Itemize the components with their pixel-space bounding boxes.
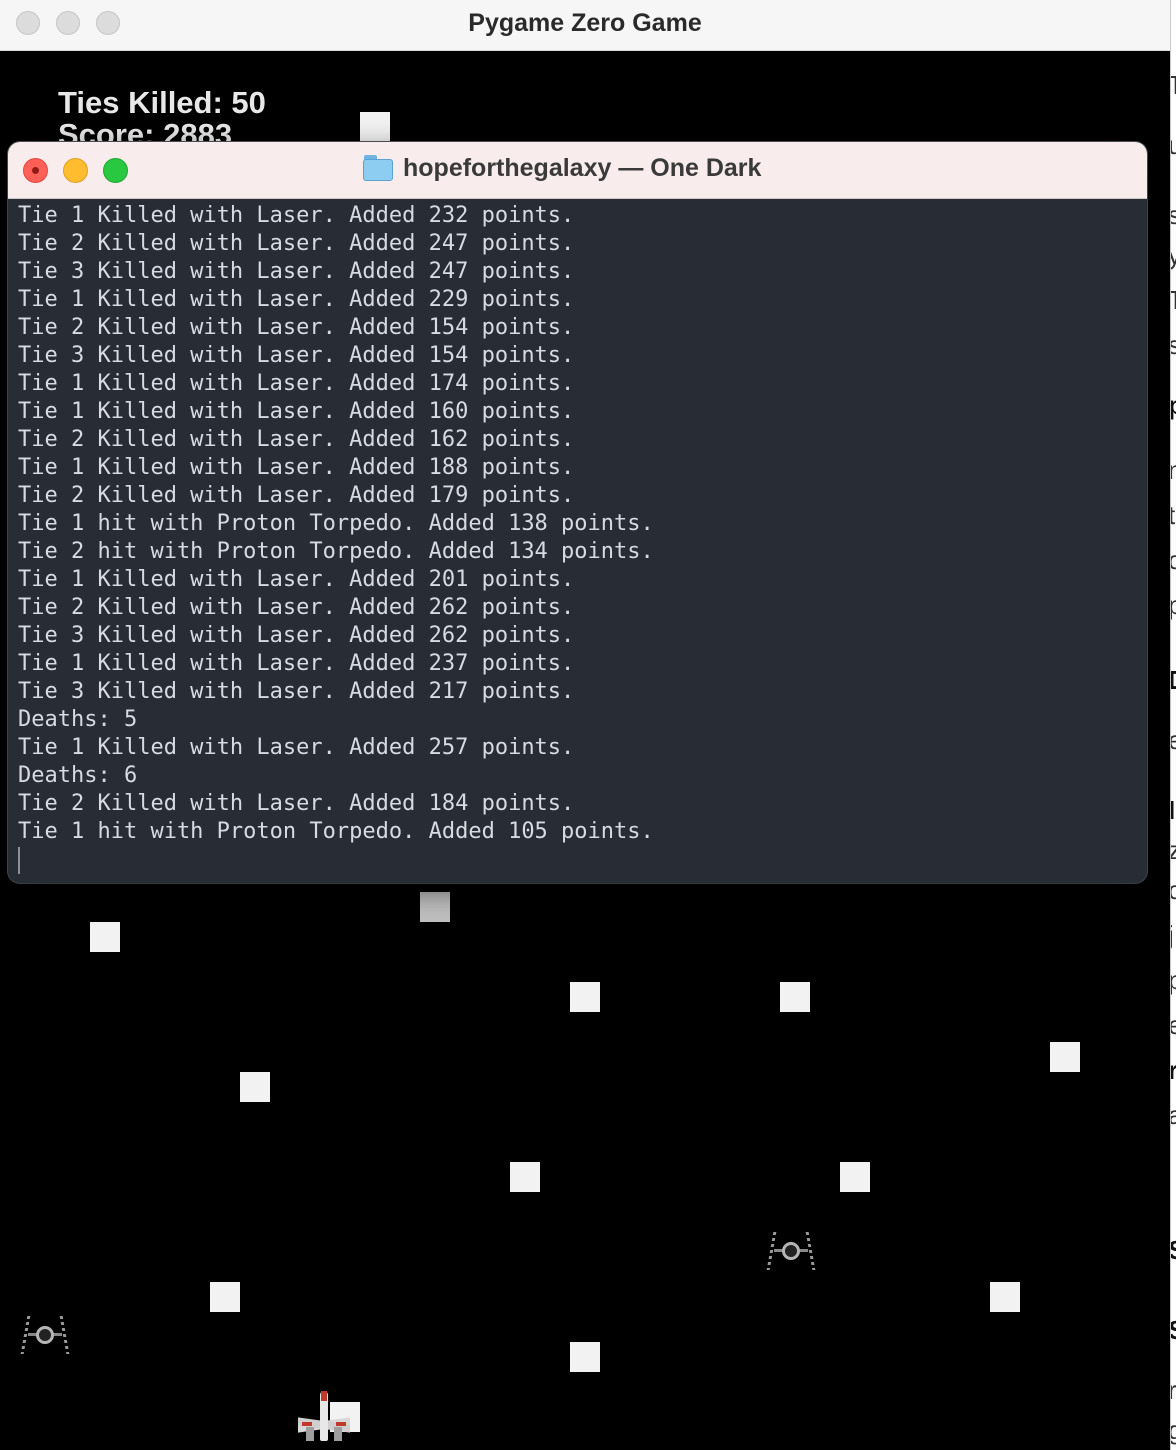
terminal-line: Deaths: 6 (18, 763, 138, 788)
terminal-line: Tie 1 hit with Proton Torpedo. Added 138… (18, 511, 654, 536)
terminal-line: Tie 1 Killed with Laser. Added 232 point… (18, 203, 575, 228)
terminal-line: Tie 1 Killed with Laser. Added 201 point… (18, 567, 575, 592)
space-block (360, 112, 390, 142)
terminal-output[interactable]: Tie 1 Killed with Laser. Added 232 point… (18, 202, 1138, 882)
terminal-line: Tie 3 Killed with Laser. Added 217 point… (18, 679, 575, 704)
terminal-window[interactable]: hopeforthegalaxy — One Dark Tie 1 Killed… (8, 142, 1147, 883)
terminal-line: Deaths: 5 (18, 707, 138, 732)
terminal-titlebar[interactable]: hopeforthegalaxy — One Dark (8, 142, 1147, 199)
terminal-line: Tie 2 Killed with Laser. Added 154 point… (18, 315, 575, 340)
space-block (570, 1342, 600, 1372)
terminal-line: Tie 1 Killed with Laser. Added 257 point… (18, 735, 575, 760)
space-block (1050, 1042, 1080, 1072)
game-titlebar[interactable]: Pygame Zero Game (0, 0, 1170, 51)
text-cursor (18, 847, 20, 874)
space-block (210, 1282, 240, 1312)
terminal-line: Tie 1 Killed with Laser. Added 174 point… (18, 371, 575, 396)
terminal-line: Tie 1 Killed with Laser. Added 188 point… (18, 455, 575, 480)
terminal-line: Tie 2 Killed with Laser. Added 179 point… (18, 483, 575, 508)
tie-fighter-sprite (766, 1232, 816, 1270)
space-block (240, 1072, 270, 1102)
player-xwing-sprite (296, 1391, 352, 1449)
terminal-line: Tie 3 Killed with Laser. Added 247 point… (18, 259, 575, 284)
maximize-button[interactable] (103, 158, 128, 183)
minimize-button[interactable] (63, 158, 88, 183)
space-block (570, 982, 600, 1012)
tie-fighter-sprite (20, 1316, 70, 1354)
terminal-line: Tie 2 Killed with Laser. Added 247 point… (18, 231, 575, 256)
space-block (420, 892, 450, 922)
close-button[interactable] (23, 158, 48, 183)
terminal-line: Tie 1 Killed with Laser. Added 237 point… (18, 651, 575, 676)
terminal-title: hopeforthegalaxy — One Dark (403, 154, 762, 182)
terminal-line: Tie 3 Killed with Laser. Added 262 point… (18, 623, 575, 648)
space-block (990, 1282, 1020, 1312)
folder-icon (363, 155, 393, 181)
terminal-line: Tie 1 Killed with Laser. Added 229 point… (18, 287, 575, 312)
ties-killed-counter: Ties Killed: 50 (58, 85, 266, 120)
space-block (840, 1162, 870, 1192)
terminal-line: Tie 2 Killed with Laser. Added 262 point… (18, 595, 575, 620)
game-window-title: Pygame Zero Game (468, 9, 702, 37)
terminal-line: Tie 1 Killed with Laser. Added 160 point… (18, 399, 575, 424)
terminal-line: Tie 3 Killed with Laser. Added 154 point… (18, 343, 575, 368)
terminal-line: Tie 2 Killed with Laser. Added 162 point… (18, 427, 575, 452)
space-block (780, 982, 810, 1012)
terminal-line: Tie 1 hit with Proton Torpedo. Added 105… (18, 819, 654, 844)
terminal-line: Tie 2 hit with Proton Torpedo. Added 134… (18, 539, 654, 564)
space-block (510, 1162, 540, 1192)
space-block (90, 922, 120, 952)
terminal-line: Tie 2 Killed with Laser. Added 184 point… (18, 791, 575, 816)
